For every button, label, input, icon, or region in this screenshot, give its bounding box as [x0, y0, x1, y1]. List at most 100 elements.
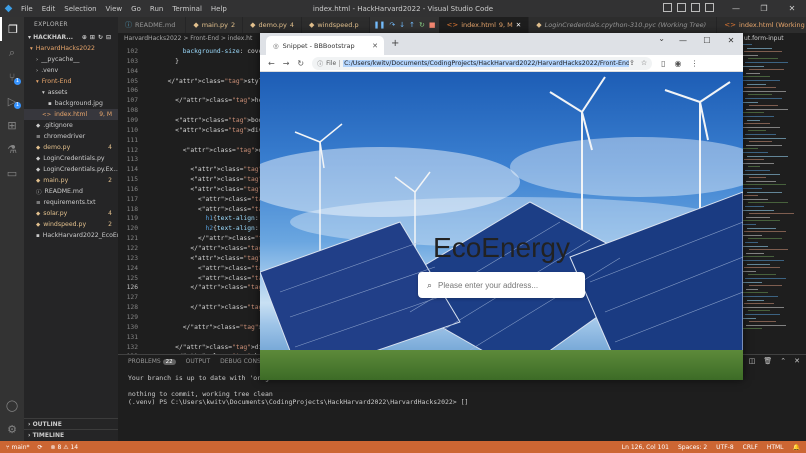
code-line[interactable]: h1{text-align: cer — [160, 215, 274, 222]
code-line[interactable]: background-size: cover; — [160, 48, 270, 55]
explorer-icon[interactable]: ❐ — [0, 17, 24, 41]
browser-close-icon[interactable]: ✕ — [719, 33, 743, 47]
menu-help[interactable]: Help — [211, 5, 227, 13]
new-tab-icon[interactable]: + — [391, 38, 399, 49]
tree-item[interactable]: ≡ requirements.txt — [24, 197, 118, 208]
encoding[interactable]: UTF-8 — [716, 444, 734, 451]
editor-tab[interactable]: <> index.html (Working — [717, 17, 806, 33]
timeline-section[interactable]: › TIMELINE — [24, 429, 118, 440]
tree-item[interactable]: ▾ Front-End — [24, 76, 118, 87]
line-ending[interactable]: CRLF — [743, 444, 758, 451]
minimap[interactable] — [738, 44, 800, 354]
browser-maximize-icon[interactable]: ☐ — [695, 33, 719, 47]
terminal-prompt[interactable]: (.venv) PS C:\Users\kwitv\Documents\Codi… — [118, 398, 806, 406]
split-terminal-icon[interactable]: ◫ — [749, 357, 756, 365]
step-out-icon[interactable]: ↑ — [409, 21, 415, 29]
explorer-actions-icon[interactable]: ⊕⊞↻⊟ — [82, 34, 114, 41]
pause-icon[interactable]: ❚❚ — [374, 21, 386, 29]
editor-tab[interactable]: ◆ windspeed.p — [302, 17, 370, 33]
close-panel-icon[interactable]: ✕ — [794, 357, 800, 365]
code-line[interactable]: } — [160, 58, 179, 65]
address-input[interactable]: Please enter your address... — [438, 281, 538, 290]
forward-icon[interactable]: → — [283, 59, 290, 68]
tree-item[interactable]: ◆ solar.py 4 — [24, 208, 118, 219]
toggle-sidebar-icon[interactable] — [663, 3, 672, 12]
back-icon[interactable]: ← — [268, 59, 275, 68]
close-tab-icon[interactable]: ✕ — [516, 21, 521, 29]
close-tab-icon[interactable]: ✕ — [372, 42, 378, 50]
step-over-icon[interactable]: ↷ — [389, 21, 395, 29]
info-icon[interactable]: ⓘ — [317, 59, 323, 68]
reload-icon[interactable]: ↻ — [297, 59, 304, 68]
menu-edit[interactable]: Edit — [42, 5, 56, 13]
tree-item[interactable]: ◆ LoginCredentials.py.Ex... — [24, 164, 118, 175]
tree-item[interactable]: ◆ demo.py 4 — [24, 142, 118, 153]
editor-tab[interactable]: ⓘ README.md — [118, 17, 187, 33]
editor-tab[interactable]: ◆ LoginCredentials.cpython-310.pyc (Worki… — [529, 17, 718, 33]
breadcrumb-path[interactable]: HarvardHacks2022 > Front-End > index.ht — [124, 35, 252, 42]
tree-item[interactable]: ◆ windspeed.py 2 — [24, 219, 118, 230]
tab-output[interactable]: OUTPUT — [186, 358, 210, 365]
tree-item[interactable]: ▾ HarvardHacks2022 — [24, 43, 118, 54]
tree-item[interactable]: ◆ LoginCredentials.py — [24, 153, 118, 164]
profile-icon[interactable]: ◉ — [675, 59, 682, 68]
sidebar-icon[interactable]: ▯ — [661, 59, 665, 68]
menu-run[interactable]: Run — [150, 5, 163, 13]
tree-item[interactable]: ▪HackHarvard2022_EcoEn... — [24, 230, 118, 241]
menu-terminal[interactable]: Terminal — [172, 5, 202, 13]
code-line[interactable]: </"attr">class="tag">head> — [160, 97, 274, 104]
problems-status[interactable]: ⊗ 8 ⚠ 14 — [51, 444, 79, 451]
share-icon[interactable]: ⇪ — [629, 59, 635, 67]
bookmark-star-icon[interactable]: ☆ — [641, 59, 647, 67]
customize-layout-icon[interactable] — [705, 3, 714, 12]
tree-item[interactable]: <> index.html 9, M — [24, 109, 118, 120]
remote-icon[interactable]: ▭ — [0, 161, 24, 185]
menu-view[interactable]: View — [106, 5, 123, 13]
menu-file[interactable]: File — [21, 5, 33, 13]
search-icon[interactable]: ⌕ — [0, 41, 24, 65]
restart-icon[interactable]: ↻ — [419, 21, 425, 29]
language-mode[interactable]: HTML — [767, 444, 784, 451]
settings-gear-icon[interactable]: ⚙ — [0, 417, 24, 441]
url-text[interactable]: C:/Users/kwitv/Documents/CodingProjects/… — [343, 59, 630, 67]
browser-tab[interactable]: ◎ Snippet - BBBootstrap ✕ — [266, 36, 384, 55]
address-search-box[interactable]: ⌕ Please enter your address... — [418, 272, 585, 298]
tree-item[interactable]: › __pycache__ — [24, 54, 118, 65]
tree-item[interactable]: ⓘ README.md — [24, 186, 118, 197]
menu-go[interactable]: Go — [131, 5, 141, 13]
notifications-icon[interactable]: 🔔 — [793, 444, 800, 451]
run-debug-icon[interactable]: ▷ 1 — [0, 89, 24, 113]
tree-item[interactable]: ◆ .gitignore — [24, 120, 118, 131]
browser-minimize-icon[interactable]: — — [671, 33, 695, 47]
stop-icon[interactable]: ■ — [429, 21, 436, 29]
editor-tab[interactable]: ◆ main.py 2 — [186, 17, 244, 33]
workspace-section[interactable]: ▾ HACKHAR... ⊕⊞↻⊟ — [24, 31, 118, 43]
git-branch[interactable]: ⑂ main* — [6, 444, 30, 451]
code-line[interactable]: h2{text-align: cer — [160, 225, 274, 232]
source-control-icon[interactable]: ⑂ 1 — [0, 65, 24, 89]
tree-item[interactable]: ≡ chromedriver — [24, 131, 118, 142]
tree-item[interactable]: ▾ assets — [24, 87, 118, 98]
outline-section[interactable]: › OUTLINE — [24, 418, 118, 429]
minimize-icon[interactable]: — — [722, 0, 750, 17]
tree-item[interactable]: › .venv — [24, 65, 118, 76]
sync-icon[interactable]: ⟳ — [38, 444, 43, 451]
toggle-secondary-sidebar-icon[interactable] — [691, 3, 700, 12]
tab-search-chevron-icon[interactable]: ⌄ — [658, 34, 665, 43]
close-icon[interactable]: ✕ — [778, 0, 806, 17]
code-line[interactable]: </"attr">class="tag">style> — [160, 78, 270, 85]
tree-item[interactable]: ▪ background.jpg — [24, 98, 118, 109]
breadcrumb-symbol[interactable]: ut.form-input — [744, 35, 784, 42]
menu-selection[interactable]: Selection — [64, 5, 96, 13]
toggle-panel-icon[interactable] — [677, 3, 686, 12]
editor-tab[interactable]: ◆ demo.py 4 — [243, 17, 303, 33]
editor-tab[interactable]: <> index.html 9, M ✕ — [439, 17, 530, 33]
cursor-position[interactable]: Ln 126, Col 101 — [622, 444, 669, 451]
more-menu-icon[interactable]: ⋮ — [691, 59, 699, 68]
tab-problems[interactable]: PROBLEMS 22 — [128, 358, 176, 365]
tree-item[interactable]: ◆ main.py 2 — [24, 175, 118, 186]
step-into-icon[interactable]: ↓ — [399, 21, 405, 29]
testing-icon[interactable]: ⚗ — [0, 137, 24, 161]
address-bar[interactable]: ⓘ File C:/Users/kwitv/Documents/CodingPr… — [312, 56, 653, 70]
maximize-icon[interactable]: ❐ — [750, 0, 778, 17]
